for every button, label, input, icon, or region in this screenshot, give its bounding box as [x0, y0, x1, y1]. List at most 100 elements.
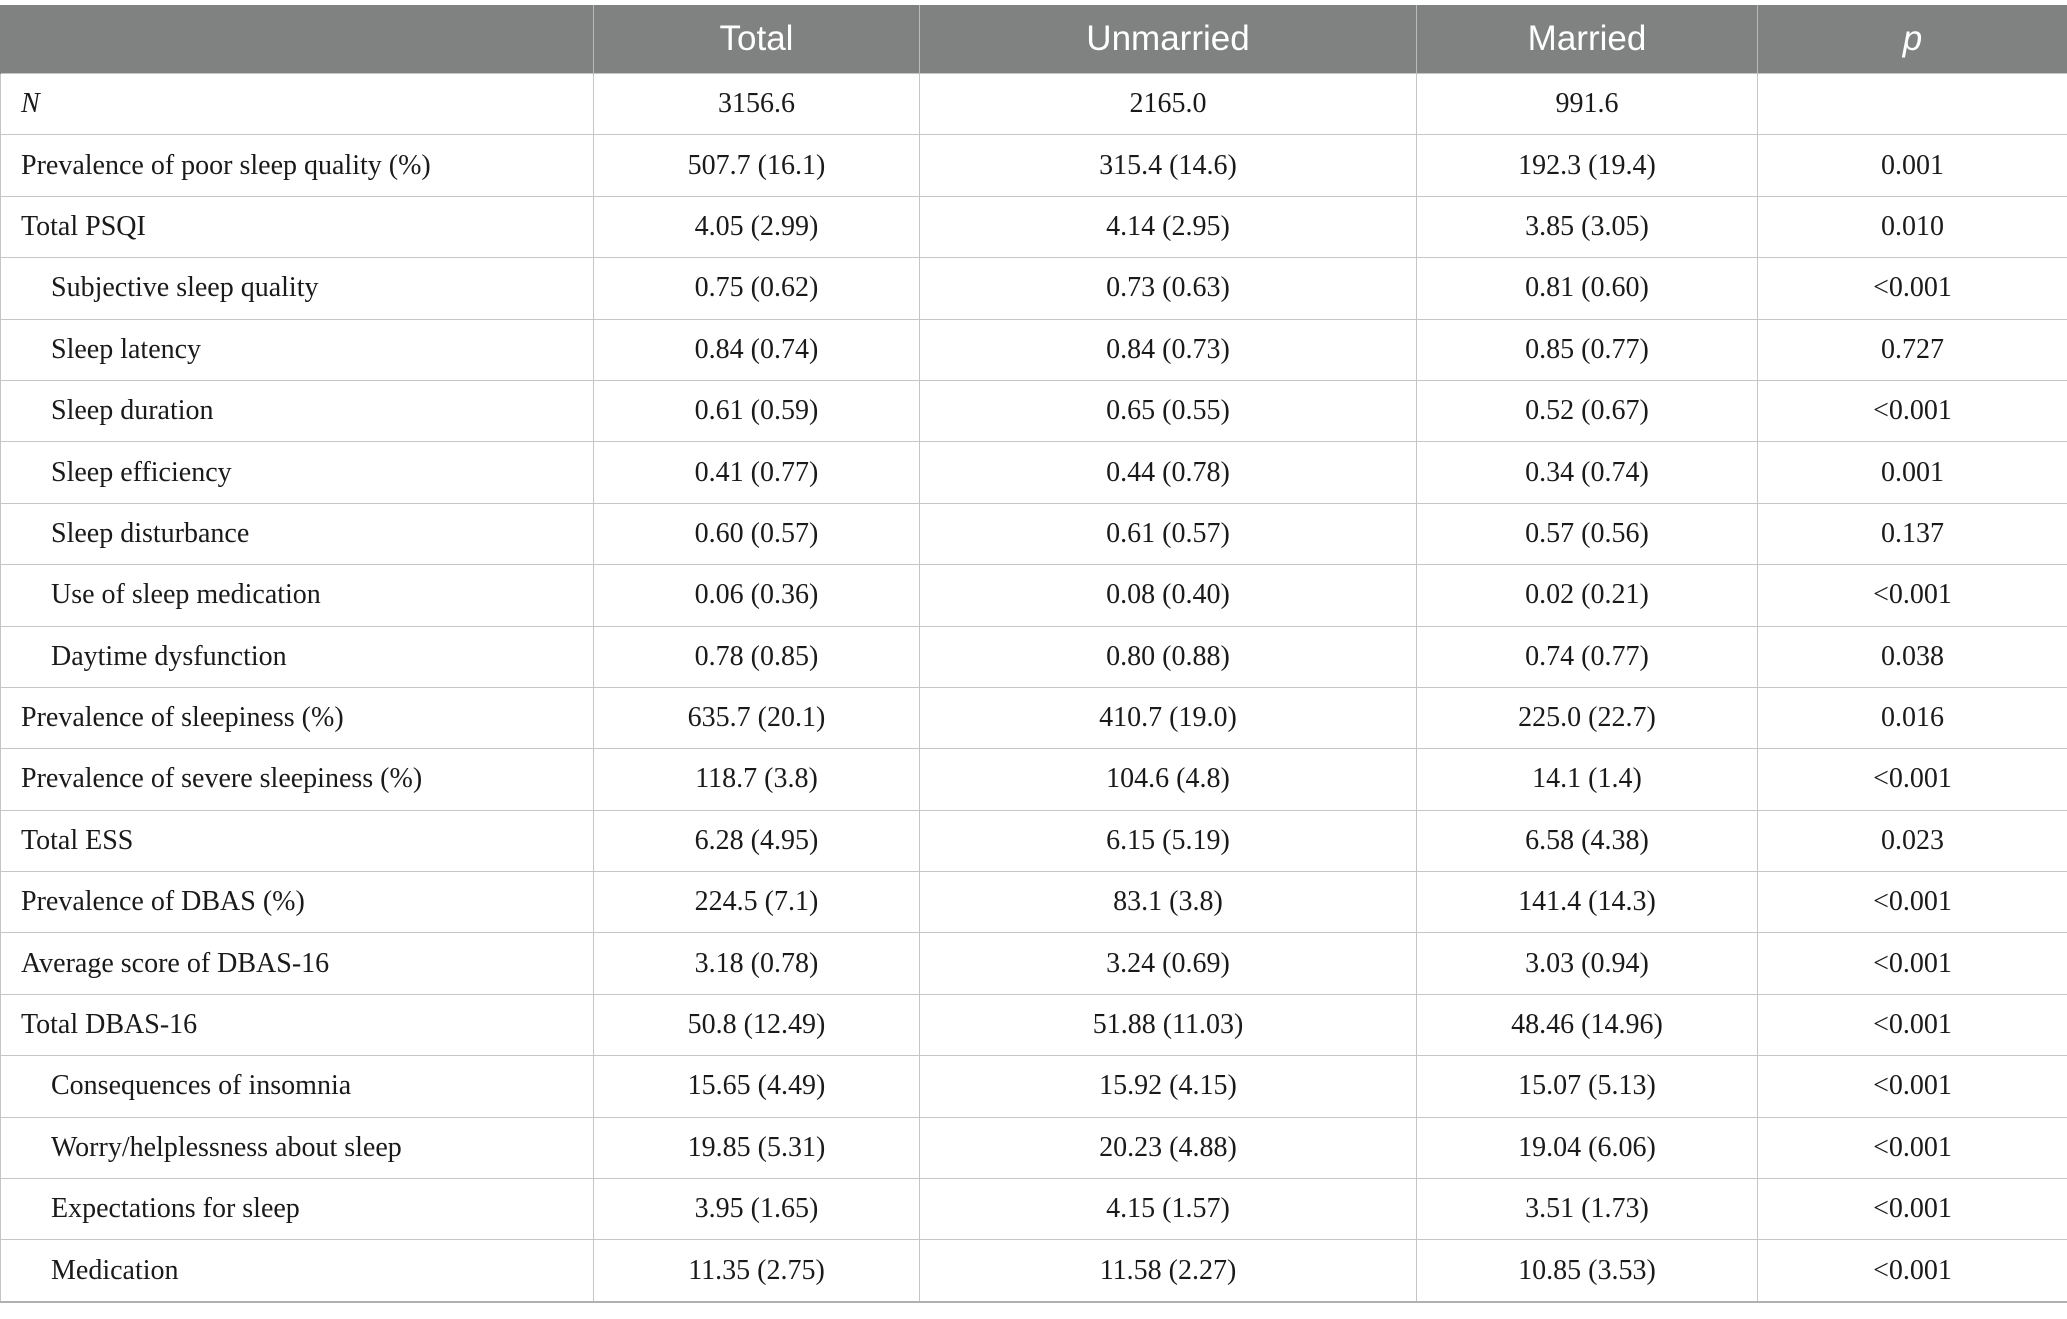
cell-total: 4.05 (2.99)	[593, 195, 920, 259]
cell-married: 0.74 (0.77)	[1416, 625, 1758, 688]
row-label: Sleep disturbance	[0, 502, 594, 566]
cell-unmarried: 0.80 (0.88)	[919, 625, 1417, 688]
cell-total: 19.85 (5.31)	[593, 1116, 920, 1180]
cell-total: 0.78 (0.85)	[593, 625, 920, 688]
cell-married: 10.85 (3.53)	[1416, 1239, 1758, 1303]
cell-unmarried: 0.08 (0.40)	[919, 564, 1417, 627]
cell-p-value: <0.001	[1757, 748, 2067, 811]
cell-total: 0.60 (0.57)	[593, 502, 920, 566]
table-row: N 3156.6 2165.0 991.6	[0, 72, 2067, 136]
table-row: Sleep duration 0.61 (0.59) 0.65 (0.55) 0.52…	[0, 379, 2067, 443]
table-row: Total PSQI 4.05 (2.99) 4.14 (2.95) 3.85 (3.…	[0, 195, 2067, 259]
cell-p-value: 0.016	[1757, 686, 2067, 750]
row-label: Total PSQI	[0, 195, 594, 259]
cell-unmarried: 6.15 (5.19)	[919, 809, 1417, 873]
sleep-measures-table: Total Unmarried Married p N 3156.6 2165.0 9…	[0, 5, 2067, 1303]
cell-total: 11.35 (2.75)	[593, 1239, 920, 1303]
cell-married: 6.58 (4.38)	[1416, 809, 1758, 873]
cell-total: 0.61 (0.59)	[593, 379, 920, 443]
cell-total: 0.84 (0.74)	[593, 318, 920, 381]
header-variable	[0, 5, 594, 74]
cell-unmarried: 83.1 (3.8)	[919, 871, 1417, 934]
table-row: Sleep efficiency 0.41 (0.77) 0.44 (0.78) 0.…	[0, 441, 2067, 504]
cell-p-value: <0.001	[1757, 1239, 2067, 1303]
cell-total: 3.18 (0.78)	[593, 932, 920, 995]
cell-total: 0.41 (0.77)	[593, 441, 920, 504]
cell-total: 0.06 (0.36)	[593, 564, 920, 627]
cell-unmarried: 20.23 (4.88)	[919, 1116, 1417, 1180]
cell-p-value: 0.137	[1757, 502, 2067, 566]
cell-married: 3.51 (1.73)	[1416, 1178, 1758, 1241]
header-total: Total	[593, 5, 920, 74]
row-label: Worry/helplessness about sleep	[0, 1116, 594, 1180]
cell-unmarried: 2165.0	[919, 72, 1417, 136]
row-label: Average score of DBAS-16	[0, 932, 594, 995]
cell-total: 635.7 (20.1)	[593, 686, 920, 750]
cell-total: 0.75 (0.62)	[593, 257, 920, 320]
cell-married: 0.57 (0.56)	[1416, 502, 1758, 566]
cell-p-value: <0.001	[1757, 932, 2067, 995]
cell-unmarried: 104.6 (4.8)	[919, 748, 1417, 811]
cell-married: 48.46 (14.96)	[1416, 993, 1758, 1057]
cell-married: 0.02 (0.21)	[1416, 564, 1758, 627]
header-unmarried: Unmarried	[919, 5, 1417, 74]
table-row: Prevalence of DBAS (%) 224.5 (7.1) 83.1 (3…	[0, 871, 2067, 934]
row-label: Total ESS	[0, 809, 594, 873]
cell-p-value: <0.001	[1757, 1178, 2067, 1241]
table-row: Prevalence of sleepiness (%) 635.7 (20.1)…	[0, 686, 2067, 750]
cell-married: 192.3 (19.4)	[1416, 134, 1758, 197]
cell-married: 991.6	[1416, 72, 1758, 136]
cell-unmarried: 51.88 (11.03)	[919, 993, 1417, 1057]
cell-total: 507.7 (16.1)	[593, 134, 920, 197]
table-header: Total Unmarried Married p	[0, 5, 2067, 74]
header-row: Total Unmarried Married p	[0, 5, 2067, 74]
row-label: Use of sleep medication	[0, 564, 594, 627]
cell-p-value: 0.001	[1757, 134, 2067, 197]
table-row: Sleep latency 0.84 (0.74) 0.84 (0.73) 0.85 …	[0, 318, 2067, 381]
table-row: Sleep disturbance 0.60 (0.57) 0.61 (0.57) 0…	[0, 502, 2067, 566]
cell-unmarried: 0.65 (0.55)	[919, 379, 1417, 443]
cell-unmarried: 4.14 (2.95)	[919, 195, 1417, 259]
cell-unmarried: 410.7 (19.0)	[919, 686, 1417, 750]
cell-unmarried: 15.92 (4.15)	[919, 1055, 1417, 1118]
cell-p-value: <0.001	[1757, 564, 2067, 627]
cell-total: 3156.6	[593, 72, 920, 136]
table-row: Expectations for sleep 3.95 (1.65) 4.15 (1…	[0, 1178, 2067, 1241]
table-row: Worry/helplessness about sleep 19.85 (5.3…	[0, 1116, 2067, 1180]
table-row: Consequences of insomnia 15.65 (4.49) 15.9…	[0, 1055, 2067, 1118]
row-label: Prevalence of severe sleepiness (%)	[0, 748, 594, 811]
cell-p-value: 0.727	[1757, 318, 2067, 381]
cell-p-value: 0.001	[1757, 441, 2067, 504]
table-row: Use of sleep medication 0.06 (0.36) 0.08 (…	[0, 564, 2067, 627]
table-row: Total ESS 6.28 (4.95) 6.15 (5.19) 6.58 (4.3…	[0, 809, 2067, 873]
row-label: Expectations for sleep	[0, 1178, 594, 1241]
cell-total: 15.65 (4.49)	[593, 1055, 920, 1118]
row-label: Sleep efficiency	[0, 441, 594, 504]
cell-p-value: <0.001	[1757, 1055, 2067, 1118]
table-row: Subjective sleep quality 0.75 (0.62) 0.73 …	[0, 257, 2067, 320]
table-row: Average score of DBAS-16 3.18 (0.78) 3.24 …	[0, 932, 2067, 995]
cell-p-value: <0.001	[1757, 257, 2067, 320]
data-table-container: Total Unmarried Married p N 3156.6 2165.0 9…	[0, 5, 2067, 1303]
cell-married: 141.4 (14.3)	[1416, 871, 1758, 934]
cell-total: 50.8 (12.49)	[593, 993, 920, 1057]
cell-unmarried: 4.15 (1.57)	[919, 1178, 1417, 1241]
cell-married: 0.52 (0.67)	[1416, 379, 1758, 443]
table-row: Total DBAS-16 50.8 (12.49) 51.88 (11.03) 48…	[0, 993, 2067, 1057]
table-row: Prevalence of severe sleepiness (%) 118.7…	[0, 748, 2067, 811]
row-label: Sleep latency	[0, 318, 594, 381]
table-row: Prevalence of poor sleep quality (%) 507.…	[0, 134, 2067, 197]
cell-unmarried: 0.44 (0.78)	[919, 441, 1417, 504]
table-body: N 3156.6 2165.0 991.6 Prevalence of poor sle…	[0, 72, 2067, 1303]
cell-unmarried: 315.4 (14.6)	[919, 134, 1417, 197]
cell-p-value: <0.001	[1757, 871, 2067, 934]
cell-p-value: <0.001	[1757, 993, 2067, 1057]
cell-married: 3.85 (3.05)	[1416, 195, 1758, 259]
cell-p-value: <0.001	[1757, 1116, 2067, 1180]
row-label: Sleep duration	[0, 379, 594, 443]
row-label: Medication	[0, 1239, 594, 1303]
row-label: Prevalence of DBAS (%)	[0, 871, 594, 934]
cell-p-value	[1757, 72, 2067, 136]
cell-unmarried: 0.61 (0.57)	[919, 502, 1417, 566]
cell-married: 225.0 (22.7)	[1416, 686, 1758, 750]
